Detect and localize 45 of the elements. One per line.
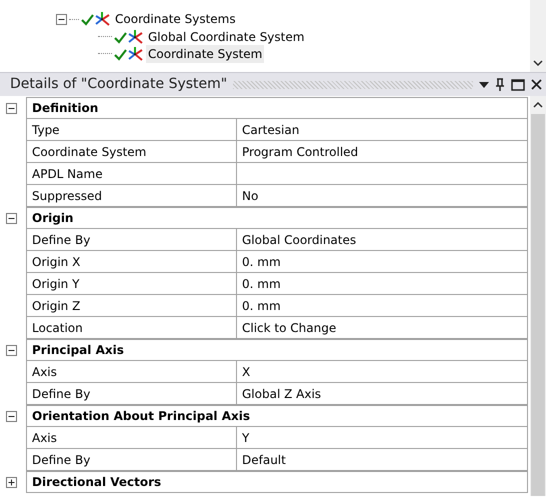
chevron-down-icon[interactable] bbox=[533, 60, 543, 66]
dropdown-icon[interactable] bbox=[479, 82, 489, 88]
pin-icon[interactable] bbox=[495, 78, 505, 92]
check-axes-icon bbox=[114, 28, 144, 44]
property-name: Origin Y bbox=[26, 272, 237, 295]
property-value[interactable]: Click to Change bbox=[237, 316, 528, 339]
collapse-icon[interactable] bbox=[6, 212, 17, 224]
collapse-icon[interactable] bbox=[56, 14, 67, 24]
collapse-icon[interactable] bbox=[6, 344, 17, 356]
section-header[interactable]: Definition bbox=[26, 96, 528, 118]
scrollbar[interactable] bbox=[530, 96, 546, 496]
check-axes-icon bbox=[114, 46, 144, 62]
chevron-up-icon[interactable] bbox=[533, 102, 543, 108]
property-value[interactable]: Global Z Axis bbox=[237, 382, 528, 405]
section-header[interactable]: Principal Axis bbox=[26, 338, 528, 360]
check-axes-icon bbox=[81, 11, 111, 27]
panel-title: Details of "Coordinate System" bbox=[10, 75, 228, 94]
property-name: Coordinate System bbox=[26, 140, 237, 163]
property-name: Location bbox=[26, 316, 237, 339]
property-name: Suppressed bbox=[26, 184, 237, 207]
collapse-icon[interactable] bbox=[6, 410, 17, 422]
property-name: Origin X bbox=[26, 250, 237, 273]
property-name: Define By bbox=[26, 382, 237, 405]
property-name: APDL Name bbox=[26, 162, 237, 185]
section-header[interactable]: Origin bbox=[26, 206, 528, 228]
close-icon[interactable] bbox=[531, 79, 542, 90]
tree-item[interactable]: Coordinate System bbox=[146, 44, 264, 62]
section-header[interactable]: Directional Vectors bbox=[26, 470, 528, 492]
scrollbar[interactable] bbox=[530, 0, 546, 72]
property-name: Origin Z bbox=[26, 294, 237, 317]
property-name: Define By bbox=[26, 448, 237, 471]
maximize-icon[interactable] bbox=[511, 78, 525, 90]
property-name: Define By bbox=[26, 228, 237, 251]
property-name: Axis bbox=[26, 426, 237, 449]
tree-item[interactable]: Coordinate Systems bbox=[113, 10, 238, 28]
tree-item[interactable]: Global Coordinate System bbox=[146, 28, 306, 46]
section-header[interactable]: Orientation About Principal Axis bbox=[26, 404, 528, 426]
collapse-icon[interactable] bbox=[6, 102, 17, 114]
property-value[interactable]: Default bbox=[237, 448, 528, 471]
expand-icon[interactable] bbox=[6, 476, 17, 488]
drag-grip[interactable] bbox=[233, 80, 473, 88]
property-value[interactable]: No bbox=[237, 184, 528, 207]
property-name: Axis bbox=[26, 360, 237, 383]
property-name: Type bbox=[26, 118, 237, 141]
scrollbar-thumb[interactable] bbox=[531, 114, 545, 496]
